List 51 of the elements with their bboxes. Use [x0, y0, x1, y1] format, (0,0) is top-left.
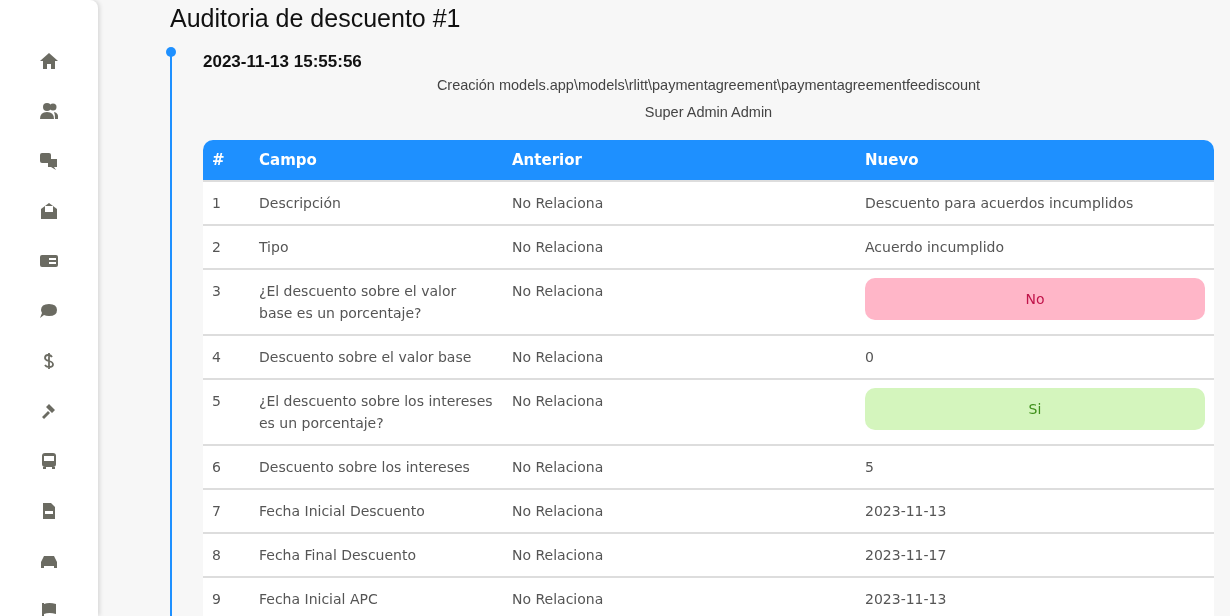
table-cell: 2023-11-13	[856, 577, 1214, 616]
table-cell: No Relaciona	[503, 577, 856, 616]
column-header: Anterior	[503, 140, 856, 181]
entry-timestamp: 2023-11-13 15:55:56	[203, 52, 363, 72]
users-icon[interactable]	[39, 102, 59, 120]
table-cell: 9	[203, 577, 250, 616]
table-cell: Descuento para acuerdos incumplidos	[856, 181, 1214, 225]
table-cell: 7	[203, 489, 250, 533]
envelope-icon[interactable]	[39, 202, 59, 220]
table-cell: No Relaciona	[503, 379, 856, 445]
table-cell: 1	[203, 181, 250, 225]
table-cell: 4	[203, 335, 250, 379]
table-cell: 2023-11-13	[856, 489, 1214, 533]
value-badge: No	[865, 278, 1205, 320]
table-cell: Descuento sobre el valor base	[250, 335, 503, 379]
table-cell: Tipo	[250, 225, 503, 269]
table-cell: No Relaciona	[503, 489, 856, 533]
entry-action: Creación models.app\models\rlitt\paymentagreement\paymentagreementfeediscount	[436, 77, 981, 93]
table-cell: 0	[856, 335, 1214, 379]
table-cell: 5	[203, 379, 250, 445]
table-cell: No Relaciona	[503, 225, 856, 269]
table-cell: No Relaciona	[503, 269, 856, 335]
table-cell: ¿El descuento sobre el valor base es un porcentaje?	[250, 269, 503, 335]
value-badge: Si	[865, 388, 1205, 430]
table-cell: No Relaciona	[503, 181, 856, 225]
table-cell: No Relaciona	[503, 445, 856, 489]
table-cell: Fecha Final Descuento	[250, 533, 503, 577]
entry-user: Super Admin Admin	[644, 104, 773, 120]
table-cell: Fecha Inicial APC	[250, 577, 503, 616]
table-cell: Fecha Inicial Descuento	[250, 489, 503, 533]
page-title: Auditoria de descuento #1	[170, 3, 462, 34]
column-header: Campo	[250, 140, 503, 181]
timeline-dot	[166, 47, 176, 57]
money-card-icon[interactable]	[39, 252, 59, 270]
table-cell: Descuento sobre los intereses	[250, 445, 503, 489]
table-cell: 5	[856, 445, 1214, 489]
table-cell: 3	[203, 269, 250, 335]
table-cell: No Relaciona	[503, 533, 856, 577]
table-cell: No Relaciona	[503, 335, 856, 379]
table-cell: Acuerdo incumplido	[856, 225, 1214, 269]
home-icon[interactable]	[39, 52, 59, 70]
table-cell: Descripción	[250, 181, 503, 225]
column-header: #	[203, 140, 250, 181]
bus-icon[interactable]	[39, 452, 59, 470]
table-cell: 6	[203, 445, 250, 489]
column-header: Nuevo	[856, 140, 1214, 181]
flag-icon[interactable]	[39, 602, 59, 616]
table-cell: 2023-11-17	[856, 533, 1214, 577]
table-cell: 8	[203, 533, 250, 577]
table-cell: 2	[203, 225, 250, 269]
table-cell: ¿El descuento sobre los intereses es un porcentaje?	[250, 379, 503, 445]
